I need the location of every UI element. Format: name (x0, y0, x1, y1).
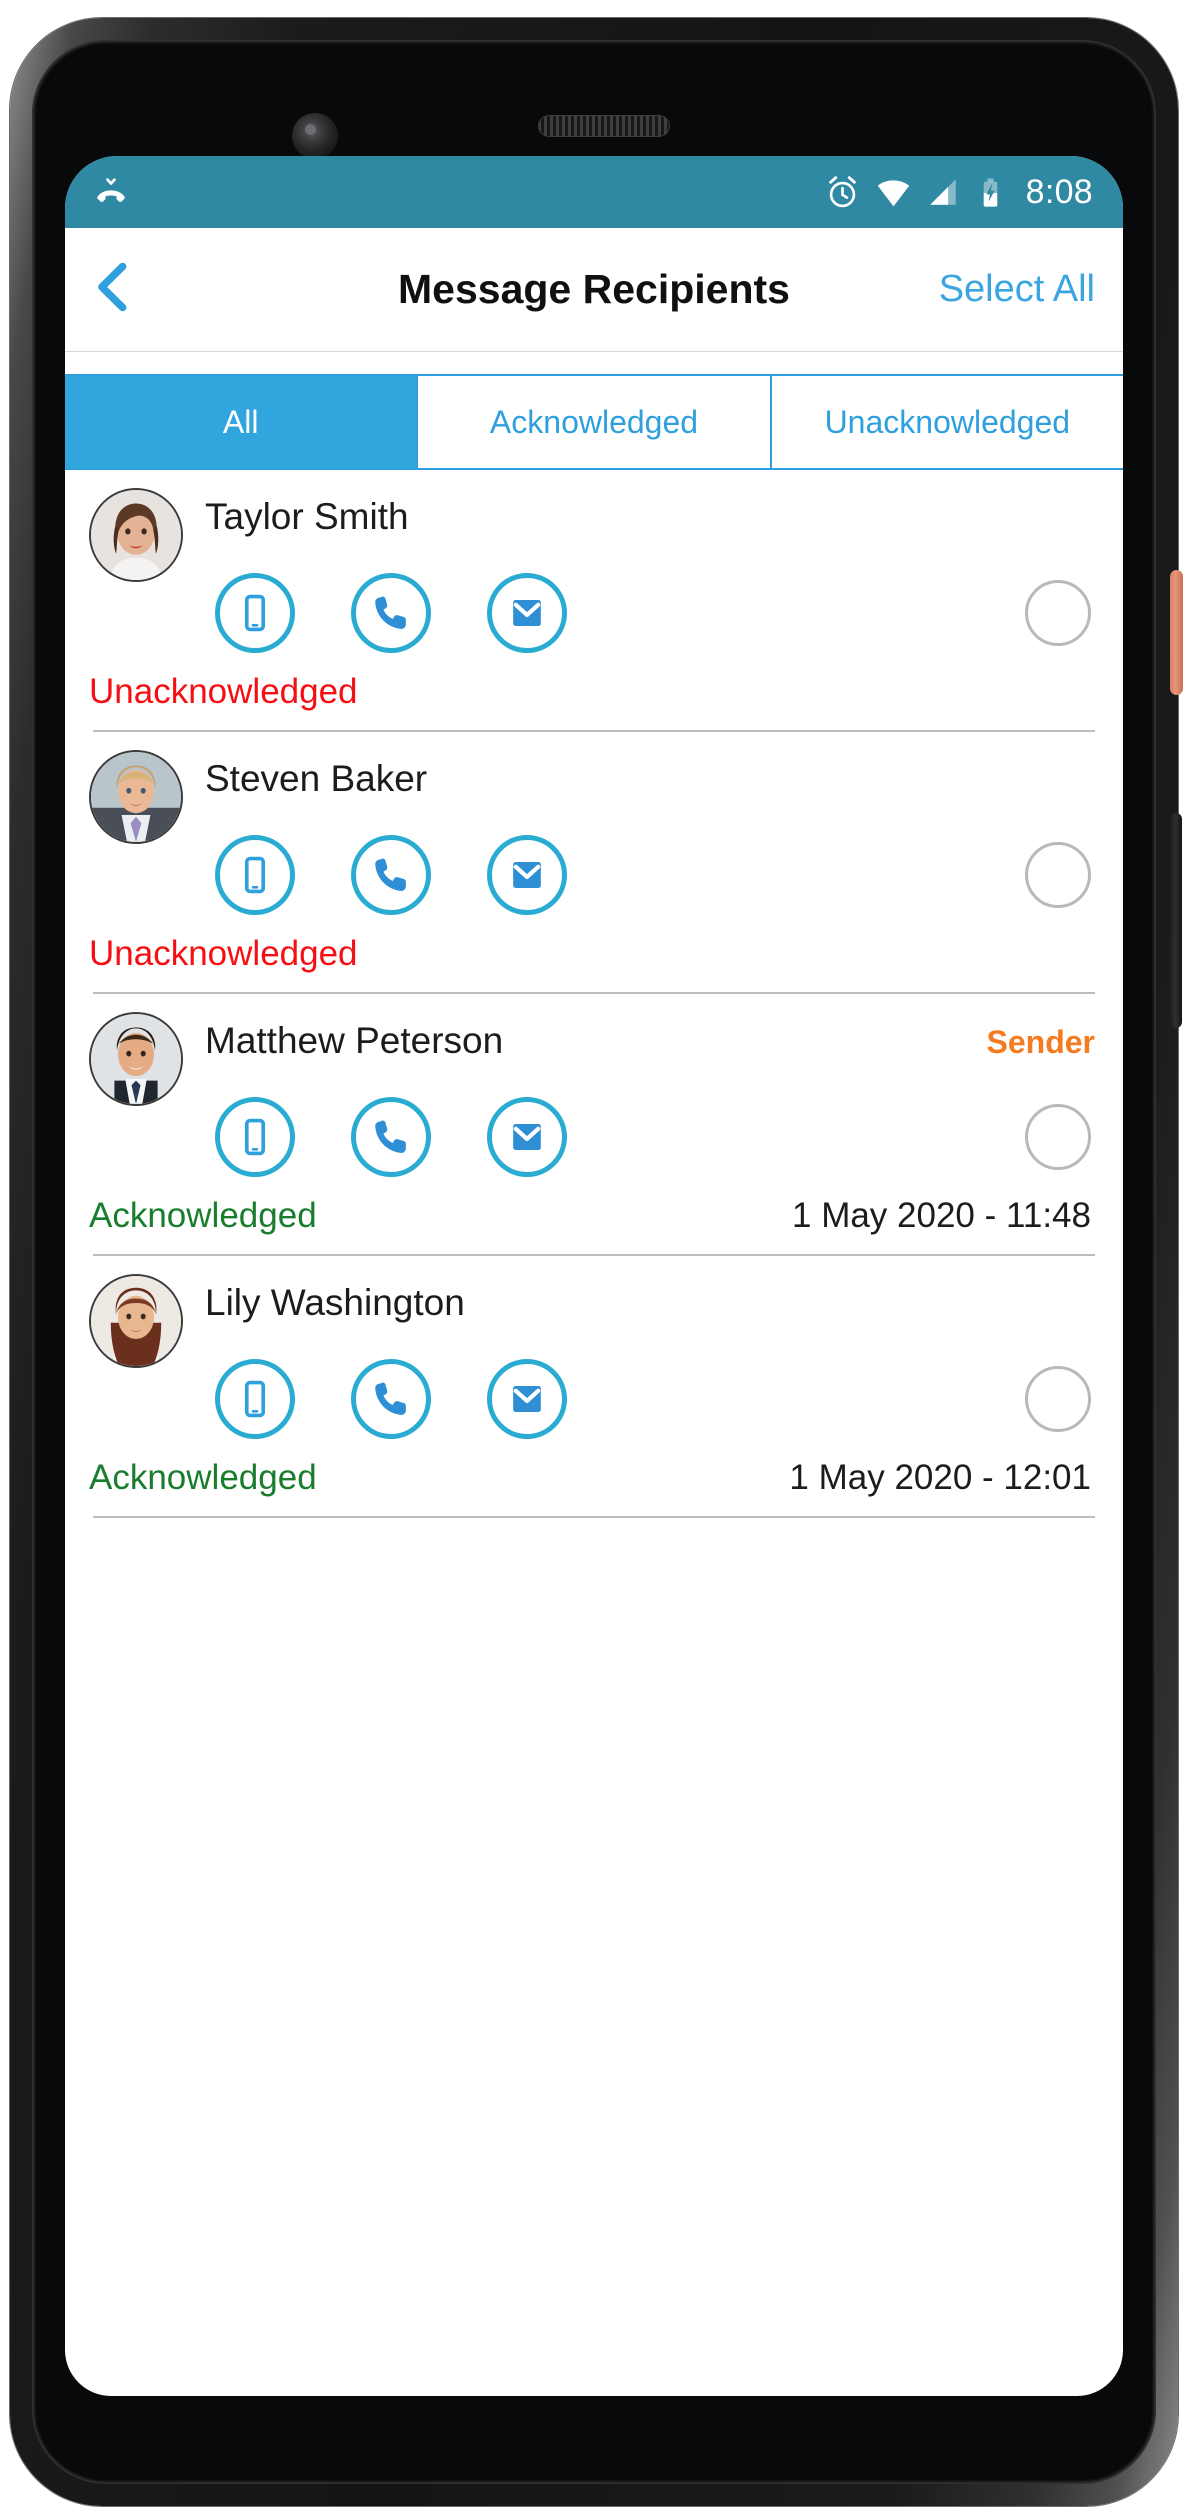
phone-icon[interactable] (351, 835, 431, 915)
select-checkbox[interactable] (1025, 580, 1091, 646)
back-button[interactable] (65, 228, 161, 351)
status-badge: Unacknowledged (89, 934, 358, 973)
phone-screen: 8:08 Message Recipients Select All All A… (65, 156, 1123, 2396)
recipient-status: Acknowledged 1 May 2020 - 12:01 (65, 1454, 1123, 1516)
recipient-row[interactable]: Matthew Peterson Sender Acknowledged 1 M… (65, 994, 1123, 1256)
email-icon[interactable] (487, 1359, 567, 1439)
sms-icon[interactable] (215, 573, 295, 653)
row-divider (93, 1516, 1095, 1518)
alarm-icon (824, 174, 861, 211)
phone-icon[interactable] (351, 1097, 431, 1177)
missed-call-icon (91, 172, 131, 212)
list-empty-area (65, 1518, 1123, 2278)
recipient-name: Matthew Peterson (205, 1020, 504, 1061)
tab-all[interactable]: All (65, 376, 419, 468)
sms-icon[interactable] (215, 835, 295, 915)
select-checkbox[interactable] (1025, 1366, 1091, 1432)
navigation-bar: Message Recipients Select All (65, 228, 1123, 352)
status-bar-clock: 8:08 (1025, 172, 1093, 211)
phone-icon[interactable] (351, 1359, 431, 1439)
wifi-icon (875, 174, 912, 211)
avatar (89, 750, 183, 844)
cell-signal-icon (926, 175, 960, 209)
status-bar: 8:08 (65, 156, 1123, 228)
status-timestamp: 1 May 2020 - 12:01 (789, 1458, 1091, 1497)
tab-unacknowledged[interactable]: Unacknowledged (771, 376, 1123, 468)
email-icon[interactable] (487, 573, 567, 653)
sender-badge: Sender (986, 1024, 1095, 1060)
status-badge: Acknowledged (89, 1458, 317, 1497)
earpiece-speaker-icon (538, 115, 670, 137)
email-icon[interactable] (487, 1097, 567, 1177)
recipient-row[interactable]: Taylor Smith Unacknowledged (65, 470, 1123, 732)
power-button[interactable] (1170, 570, 1183, 695)
email-icon[interactable] (487, 835, 567, 915)
recipient-status: Unacknowledged (65, 668, 1123, 730)
select-checkbox[interactable] (1025, 842, 1091, 908)
filter-tab-bar: All Acknowledged Unacknowledged (65, 374, 1123, 470)
recipient-actions (65, 1082, 1123, 1192)
recipient-status: Unacknowledged (65, 930, 1123, 992)
tab-acknowledged[interactable]: Acknowledged (418, 376, 772, 468)
front-camera-icon (292, 113, 338, 159)
recipient-list: Taylor Smith Unacknowledged Steven Baker… (65, 470, 1123, 2278)
select-all-button[interactable]: Select All (939, 268, 1095, 311)
recipient-status: Acknowledged 1 May 2020 - 11:48 (65, 1192, 1123, 1254)
status-badge: Acknowledged (89, 1196, 317, 1235)
status-timestamp: 1 May 2020 - 11:48 (792, 1196, 1091, 1235)
sms-icon[interactable] (215, 1359, 295, 1439)
recipient-row[interactable]: Lily Washington Acknowledged 1 May 2020 … (65, 1256, 1123, 1518)
recipient-name: Lily Washington (205, 1282, 465, 1323)
recipient-actions (65, 1344, 1123, 1454)
recipient-actions (65, 820, 1123, 930)
recipient-name: Taylor Smith (205, 496, 409, 537)
avatar (89, 488, 183, 582)
volume-button[interactable] (1170, 813, 1182, 1028)
recipient-name: Steven Baker (205, 758, 428, 799)
phone-device-frame: 8:08 Message Recipients Select All All A… (10, 18, 1183, 2506)
status-bar-icons: 8:08 (824, 173, 1093, 212)
chevron-left-icon (84, 258, 142, 321)
select-checkbox[interactable] (1025, 1104, 1091, 1170)
recipient-row[interactable]: Steven Baker Unacknowledged (65, 732, 1123, 994)
recipient-actions (65, 558, 1123, 668)
sms-icon[interactable] (215, 1097, 295, 1177)
battery-charging-icon (974, 176, 1007, 209)
avatar (89, 1012, 183, 1106)
phone-icon[interactable] (351, 573, 431, 653)
status-badge: Unacknowledged (89, 672, 358, 711)
avatar (89, 1274, 183, 1368)
